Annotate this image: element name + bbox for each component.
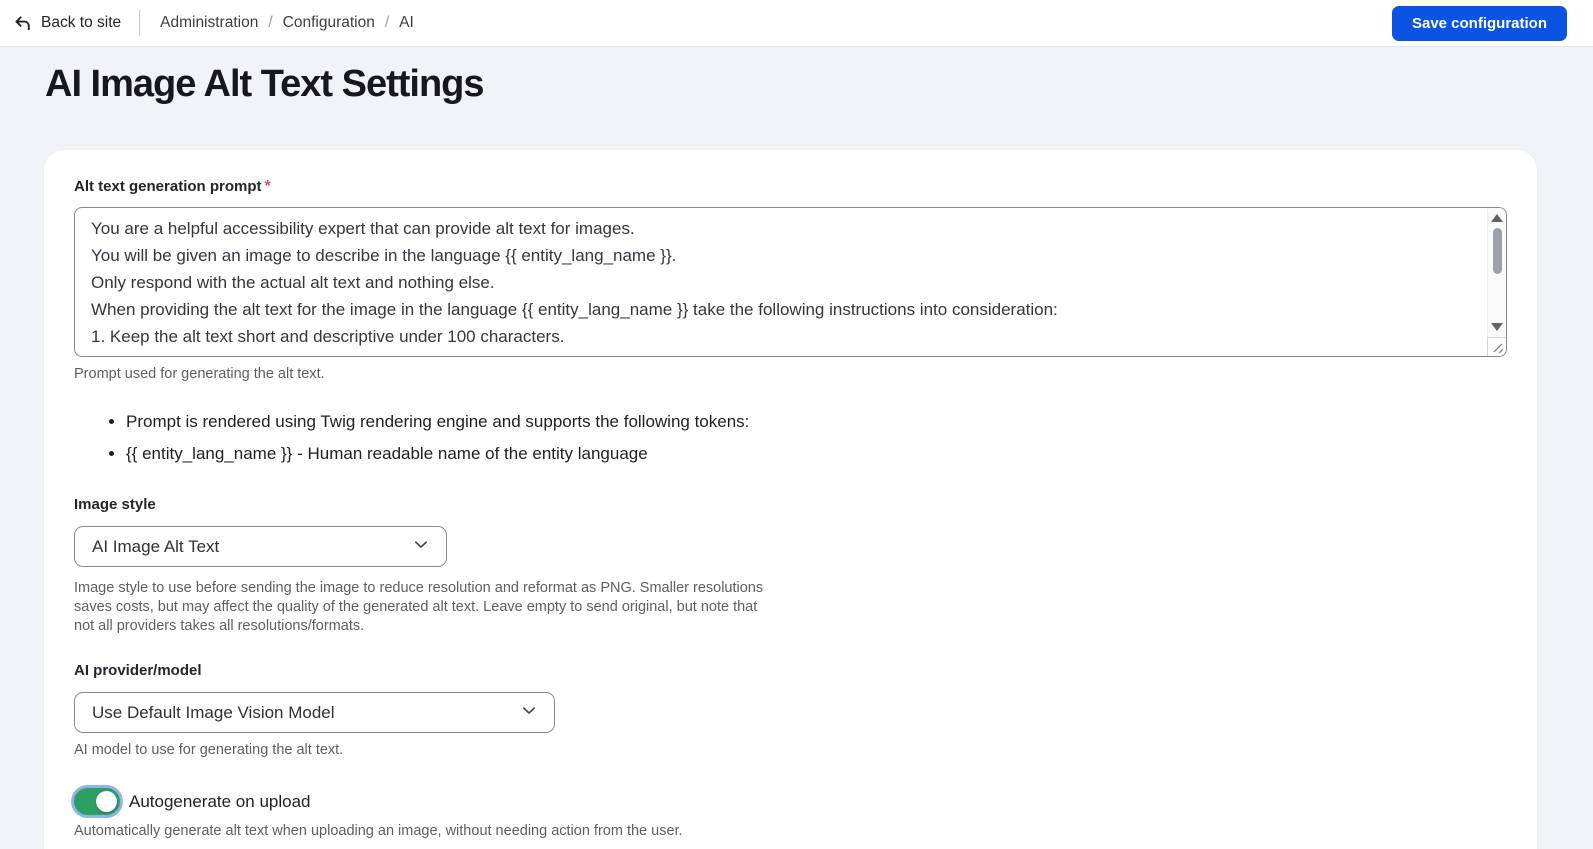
back-to-site-link[interactable]: Back to site	[12, 13, 121, 34]
breadcrumb-ai[interactable]: AI	[399, 14, 414, 32]
provider-section: AI provider/model Use Default Image Visi…	[74, 662, 1507, 758]
settings-form-card: Alt text generation prompt * You are a he…	[44, 150, 1537, 849]
breadcrumb-separator: /	[384, 14, 390, 31]
scrollbar-thumb[interactable]	[1492, 228, 1502, 274]
breadcrumb-administration[interactable]: Administration	[160, 14, 258, 32]
page-title: AI Image Alt Text Settings	[45, 63, 485, 105]
chevron-down-icon	[520, 701, 538, 724]
image-style-section: Image style AI Image Alt Text Image styl…	[74, 496, 1507, 636]
breadcrumb: Administration / Configuration / AI	[139, 10, 414, 36]
toggle-knob	[96, 791, 117, 812]
image-style-label: Image style	[74, 496, 156, 513]
image-style-selected-value: AI Image Alt Text	[92, 536, 220, 556]
prompt-token-notes: Prompt is rendered using Twig rendering …	[74, 406, 1507, 470]
autogenerate-toggle[interactable]	[74, 788, 120, 815]
breadcrumb-configuration[interactable]: Configuration	[283, 14, 375, 32]
note-item: {{ entity_lang_name }} - Human readable …	[126, 438, 1507, 470]
prompt-textarea-wrapper: You are a helpful accessibility expert t…	[74, 207, 1507, 357]
required-marker: *	[264, 178, 271, 195]
provider-selected-value: Use Default Image Vision Model	[92, 702, 335, 722]
autogenerate-help-text: Automatically generate alt text when upl…	[74, 823, 683, 839]
prompt-textarea[interactable]: You are a helpful accessibility expert t…	[74, 207, 1507, 357]
provider-help-text: AI model to use for generating the alt t…	[74, 742, 344, 758]
autogenerate-label: Autogenerate on upload	[129, 791, 311, 811]
autogenerate-row: Autogenerate on upload	[74, 788, 1507, 815]
scroll-up-icon[interactable]	[1491, 214, 1503, 222]
back-arrow-icon	[12, 13, 33, 34]
admin-toolbar: Back to site Administration / Configurat…	[0, 0, 1593, 47]
image-style-select[interactable]: AI Image Alt Text	[74, 526, 447, 567]
provider-label: AI provider/model	[74, 662, 202, 679]
resize-handle-icon[interactable]	[1487, 337, 1506, 356]
image-style-help-text: Image style to use before sending the im…	[74, 580, 764, 634]
provider-select[interactable]: Use Default Image Vision Model	[74, 692, 555, 733]
textarea-scrollbar[interactable]	[1487, 208, 1506, 337]
prompt-help-text: Prompt used for generating the alt text.	[74, 366, 325, 382]
back-to-site-label: Back to site	[41, 14, 122, 31]
note-item: Prompt is rendered using Twig rendering …	[126, 406, 1507, 438]
scroll-down-icon[interactable]	[1491, 323, 1503, 331]
prompt-field-label: Alt text generation prompt	[74, 178, 262, 195]
chevron-down-icon	[412, 535, 430, 558]
prompt-field-label-row: Alt text generation prompt *	[74, 178, 1507, 196]
breadcrumb-separator: /	[268, 14, 273, 31]
save-configuration-button[interactable]: Save configuration	[1391, 5, 1567, 41]
